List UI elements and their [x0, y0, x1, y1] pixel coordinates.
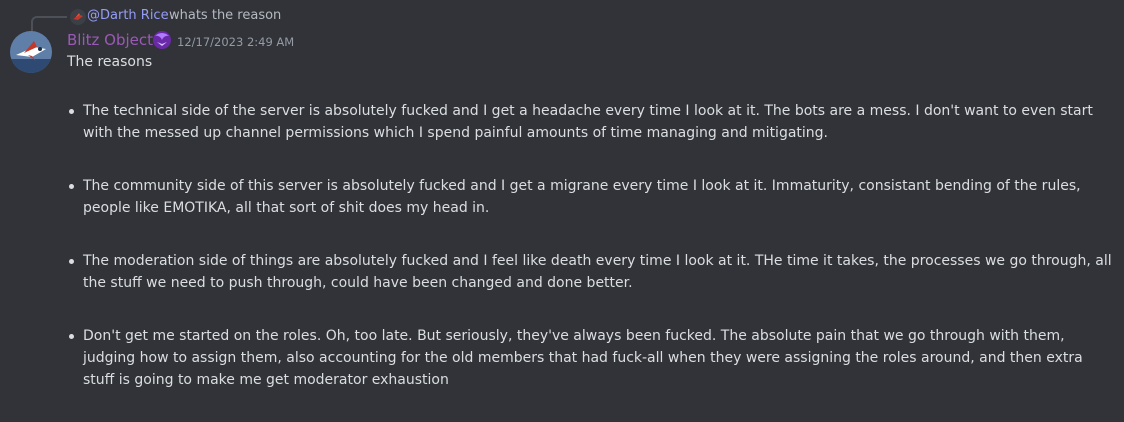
list-item: Don't get me started on the roles. Oh, t…	[67, 325, 1117, 391]
list-item-text: Don't get me started on the roles. Oh, t…	[83, 328, 1083, 388]
reply-username[interactable]: @Darth Rice	[87, 8, 169, 23]
list-item-text: The moderation side of things are absolu…	[83, 253, 1112, 291]
reply-text[interactable]: whats the reason	[169, 8, 281, 23]
bullet-dot-icon	[69, 259, 74, 264]
list-item-text: The technical side of the server is abso…	[83, 103, 1093, 141]
message-timestamp[interactable]: 12/17/2023 2:49 AM	[177, 35, 294, 49]
bullet-list: The technical side of the server is abso…	[67, 100, 1117, 422]
bullet-dot-icon	[69, 184, 74, 189]
list-item: The moderation side of things are absolu…	[67, 250, 1117, 294]
reply-avatar-icon[interactable]	[70, 9, 86, 25]
role-badge-icon[interactable]	[151, 29, 173, 51]
list-item-text: The community side of this server is abs…	[83, 178, 1081, 216]
author-name[interactable]: Blitz Object	[67, 31, 153, 49]
author-avatar[interactable]	[10, 31, 52, 73]
list-item: The technical side of the server is abso…	[67, 100, 1117, 144]
bullet-dot-icon	[69, 109, 74, 114]
list-item: The community side of this server is abs…	[67, 175, 1117, 219]
message-intro: The reasons	[67, 54, 153, 70]
bullet-dot-icon	[69, 334, 74, 339]
